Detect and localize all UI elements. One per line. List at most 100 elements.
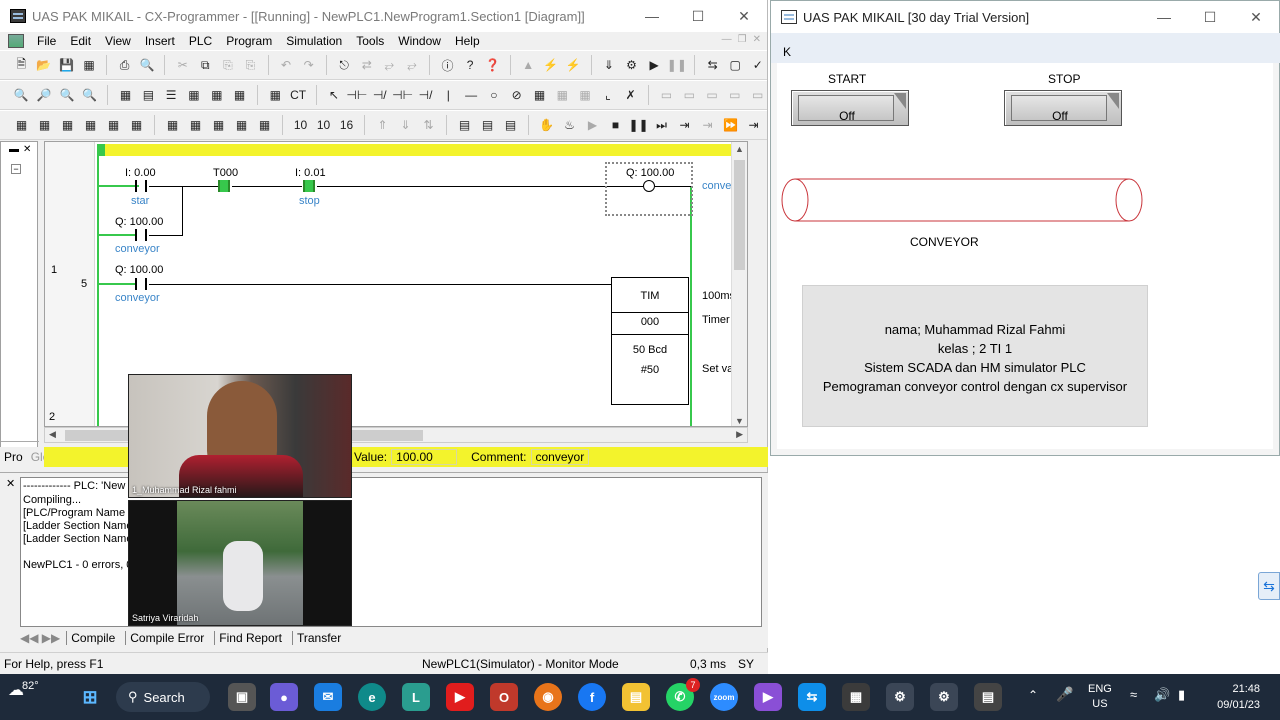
teams-icon[interactable]: ● [270, 683, 298, 711]
block-icon[interactable]: ▭ [657, 86, 676, 105]
sim-run-icon[interactable]: ▶ [583, 116, 602, 135]
sim-step-out-icon[interactable]: ⇥ [698, 116, 717, 135]
new-file-icon[interactable]: 🗎 [12, 56, 31, 75]
sfc-icon[interactable]: ▦ [255, 116, 274, 135]
menu-insert[interactable]: Insert [138, 34, 182, 48]
scroll-thumb[interactable] [734, 160, 745, 270]
menu-program[interactable]: Program [219, 34, 279, 48]
tab-find-report[interactable]: Find Report [214, 631, 286, 645]
mail-icon[interactable]: ✉ [314, 683, 342, 711]
taskbar-search[interactable]: ⚲ Search [116, 682, 210, 712]
paste-special-icon[interactable]: ⎘ [241, 56, 260, 75]
block4-icon[interactable]: ▭ [725, 86, 744, 105]
help-icon[interactable]: ? [461, 56, 480, 75]
value-field[interactable]: 100.00 [391, 449, 458, 465]
vertical-line-icon[interactable]: | [439, 86, 458, 105]
bar-icon[interactable]: ▦ [185, 86, 204, 105]
symbol-table-icon[interactable]: ▦ [266, 86, 285, 105]
cx-programmer-taskbar-icon[interactable]: ▦ [842, 683, 870, 711]
tab-compile-error[interactable]: Compile Error [125, 631, 208, 645]
watch-window-icon[interactable]: ▦ [58, 116, 77, 135]
timer-nc-contact[interactable] [218, 180, 230, 192]
signed-decimal-icon[interactable]: 10 [314, 116, 333, 135]
print-icon[interactable]: ⎙ [115, 56, 134, 75]
zoom-in-icon[interactable]: 🔎 [35, 86, 54, 105]
address-reference-icon[interactable]: ⥂ [403, 56, 422, 75]
replace-icon[interactable]: ⇄ [357, 56, 376, 75]
pin-icon[interactable]: ▬ [9, 144, 19, 155]
hold-contact[interactable] [135, 229, 147, 241]
contact-or-icon[interactable]: ⊣⊢ [392, 86, 413, 105]
function-block-icon[interactable]: ▦ [209, 116, 228, 135]
select-mode-icon[interactable]: ↖ [325, 86, 344, 105]
ladder-vscroll[interactable]: ▲ ▼ [731, 142, 747, 426]
task-view-icon[interactable]: ▣ [228, 683, 256, 711]
instruction-icon[interactable]: ▦ [530, 86, 549, 105]
decimal-icon[interactable]: 10 [291, 116, 310, 135]
zoom-out-icon[interactable]: 🔍 [80, 86, 99, 105]
zoom-fit-icon[interactable]: 🔍 [58, 86, 77, 105]
scroll-left-icon[interactable]: ◀ [49, 429, 56, 440]
project-workspace-icon[interactable]: ▦ [12, 116, 31, 135]
teamviewer-icon[interactable]: ⇆ [1258, 572, 1280, 600]
close-output-icon[interactable]: ✕ [6, 477, 15, 490]
monitor-icon-3[interactable]: ▤ [478, 116, 497, 135]
cx-supervisor-runtime-icon[interactable]: ⚙ [930, 683, 958, 711]
rung-icon[interactable]: ▦ [207, 86, 226, 105]
scroll-down-icon[interactable]: ▼ [735, 416, 744, 426]
weather-widget[interactable]: ☁ 82° [8, 680, 39, 700]
close-button[interactable]: ✕ [721, 0, 767, 32]
network-icon[interactable]: ▦ [230, 86, 249, 105]
instruction2-icon[interactable]: ▦ [553, 86, 572, 105]
rung1-conveyor-contact[interactable] [135, 278, 147, 290]
volume-icon[interactable]: 🔊 [1154, 687, 1170, 703]
monitor-icon[interactable]: ▢ [726, 56, 745, 75]
plc-mode-icon[interactable]: ⚙ [622, 56, 641, 75]
close-tree-icon[interactable]: ✕ [23, 144, 31, 155]
taskbar-clock[interactable]: 21:48 09/01/23 [1217, 681, 1260, 713]
auto-online-icon[interactable]: ⚡ [564, 56, 583, 75]
undo-icon[interactable]: ↶ [277, 56, 296, 75]
youtube-icon[interactable]: ▶ [446, 683, 474, 711]
instruction3-icon[interactable]: ▦ [576, 86, 595, 105]
menu-edit[interactable]: Edit [63, 34, 98, 48]
menu-view[interactable]: View [98, 34, 138, 48]
menu-window[interactable]: Window [391, 34, 448, 48]
ct-icon[interactable]: CT [289, 86, 308, 105]
menu-simulation[interactable]: Simulation [279, 34, 349, 48]
line-delete-icon[interactable]: ✗ [621, 86, 640, 105]
facebook-icon[interactable]: f [578, 683, 606, 711]
comment-field[interactable]: conveyor [530, 449, 590, 465]
mdi-restore-icon[interactable]: ❐ [738, 34, 747, 45]
clipchamp-icon[interactable]: ▶ [754, 683, 782, 711]
tab-pro[interactable]: Pro [0, 450, 27, 464]
grid-icon[interactable]: ▦ [116, 86, 135, 105]
windows-start-icon[interactable]: ⊞ [76, 683, 104, 711]
conveyor-output-coil[interactable] [643, 180, 655, 192]
info-icon[interactable]: ⓘ [438, 56, 457, 75]
project-icon[interactable]: ▦ [80, 56, 99, 75]
cross-reference-icon[interactable]: ⥂ [380, 56, 399, 75]
io-table-icon[interactable]: ▦ [127, 116, 146, 135]
zoom-icon[interactable]: 🔍 [12, 86, 31, 105]
properties-icon[interactable]: ▦ [104, 116, 123, 135]
block2-icon[interactable]: ▭ [680, 86, 699, 105]
stop-toggle-button[interactable]: Off [1004, 90, 1122, 126]
run-mode-icon[interactable]: ▶ [645, 56, 664, 75]
language-indicator[interactable]: ENG US [1088, 682, 1112, 712]
line-connect-icon[interactable]: ⌞ [598, 86, 617, 105]
open-folder-icon[interactable]: 📂 [35, 56, 54, 75]
firefox-icon[interactable]: ◉ [534, 683, 562, 711]
output-window-icon[interactable]: ▦ [35, 116, 54, 135]
sim-stop-icon[interactable]: ■ [606, 116, 625, 135]
horizontal-line-icon[interactable]: — [462, 86, 481, 105]
online-icon[interactable]: ▲ [519, 56, 538, 75]
sim-pause-icon[interactable]: ❚❚ [628, 116, 648, 135]
teamviewer-taskbar-icon[interactable]: ⇆ [798, 683, 826, 711]
contact-nc-icon[interactable]: ⊣/ [370, 86, 389, 105]
mdi-close-icon[interactable]: ✕ [753, 34, 761, 45]
battery-icon[interactable]: ▮ [1178, 687, 1185, 703]
start-toggle-button[interactable]: Off [791, 90, 909, 126]
minimize-button[interactable]: — [629, 0, 675, 32]
cx-supervisor-taskbar-icon[interactable]: ⚙ [886, 683, 914, 711]
